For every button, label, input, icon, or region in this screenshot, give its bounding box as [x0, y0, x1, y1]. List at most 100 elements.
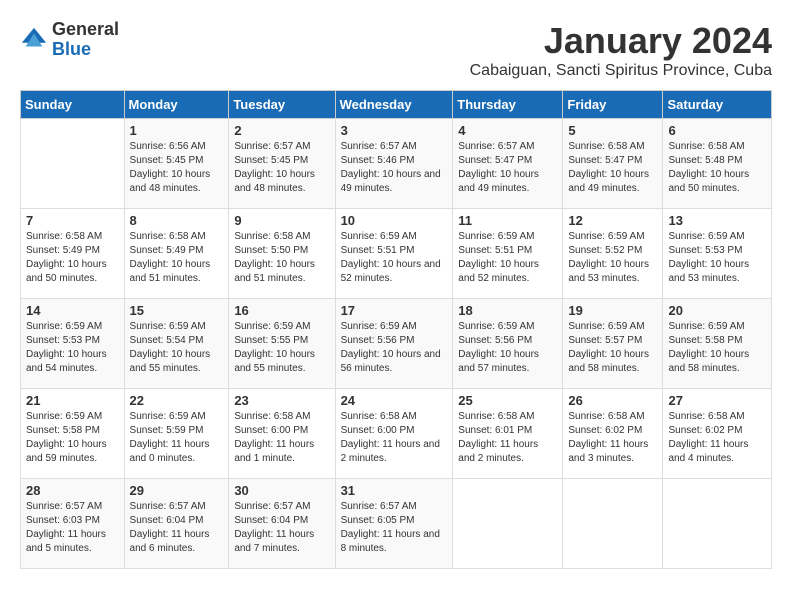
column-header-wednesday: Wednesday [335, 91, 453, 119]
title-section: January 2024 Cabaiguan, Sancti Spiritus … [470, 20, 772, 80]
header: General Blue January 2024 Cabaiguan, San… [20, 20, 772, 80]
column-header-friday: Friday [563, 91, 663, 119]
day-cell [663, 479, 772, 569]
day-info: Sunrise: 6:59 AMSunset: 5:53 PMDaylight:… [668, 230, 766, 286]
day-number: 3 [341, 123, 448, 138]
day-cell: 22 Sunrise: 6:59 AMSunset: 5:59 PMDayligh… [124, 389, 229, 479]
column-header-sunday: Sunday [21, 91, 125, 119]
day-number: 19 [568, 303, 657, 318]
day-cell: 16 Sunrise: 6:59 AMSunset: 5:55 PMDayligh… [229, 299, 335, 389]
day-cell: 21Sunrise: 6:59 AMSunset: 5:58 PMDayligh… [21, 389, 125, 479]
day-cell: 1Sunrise: 6:56 AMSunset: 5:45 PMDaylight… [124, 119, 229, 209]
day-cell [563, 479, 663, 569]
day-info: Sunrise: 6:58 AMSunset: 5:47 PMDaylight:… [568, 140, 657, 196]
week-row-1: 1Sunrise: 6:56 AMSunset: 5:45 PMDaylight… [21, 119, 772, 209]
day-number: 16 [234, 303, 329, 318]
day-info: Sunrise: 6:58 AMSunset: 5:50 PMDaylight:… [234, 230, 329, 286]
day-cell: 24 Sunrise: 6:58 AMSunset: 6:00 PMDayligh… [335, 389, 453, 479]
day-cell: 31 Sunrise: 6:57 AMSunset: 6:05 PMDayligh… [335, 479, 453, 569]
day-info: Sunrise: 6:59 AMSunset: 5:58 PMDaylight:… [668, 320, 766, 376]
day-number: 12 [568, 213, 657, 228]
day-number: 27 [668, 393, 766, 408]
week-row-2: 7 Sunrise: 6:58 AMSunset: 5:49 PMDaylight… [21, 209, 772, 299]
week-row-4: 21Sunrise: 6:59 AMSunset: 5:58 PMDayligh… [21, 389, 772, 479]
day-info: Sunrise: 6:58 AMSunset: 5:49 PMDaylight:… [130, 230, 224, 286]
day-info: Sunrise: 6:58 AMSunset: 6:02 PMDaylight:… [668, 410, 766, 466]
logo-text: General Blue [52, 20, 119, 60]
day-cell: 18 Sunrise: 6:59 AMSunset: 5:56 PMDayligh… [453, 299, 563, 389]
day-info: Sunrise: 6:59 AMSunset: 5:55 PMDaylight:… [234, 320, 329, 376]
day-cell: 2Sunrise: 6:57 AMSunset: 5:45 PMDaylight… [229, 119, 335, 209]
day-cell: 27 Sunrise: 6:58 AMSunset: 6:02 PMDayligh… [663, 389, 772, 479]
day-cell: 9Sunrise: 6:58 AMSunset: 5:50 PMDaylight… [229, 209, 335, 299]
day-info: Sunrise: 6:59 AMSunset: 5:57 PMDaylight:… [568, 320, 657, 376]
day-cell [21, 119, 125, 209]
day-cell: 10 Sunrise: 6:59 AMSunset: 5:51 PMDayligh… [335, 209, 453, 299]
day-cell: 29Sunrise: 6:57 AMSunset: 6:04 PMDayligh… [124, 479, 229, 569]
day-number: 17 [341, 303, 448, 318]
day-number: 11 [458, 213, 557, 228]
day-cell: 17 Sunrise: 6:59 AMSunset: 5:56 PMDayligh… [335, 299, 453, 389]
day-cell: 20Sunrise: 6:59 AMSunset: 5:58 PMDayligh… [663, 299, 772, 389]
column-header-tuesday: Tuesday [229, 91, 335, 119]
day-info: Sunrise: 6:56 AMSunset: 5:45 PMDaylight:… [130, 140, 224, 196]
calendar-table: SundayMondayTuesdayWednesdayThursdayFrid… [20, 90, 772, 569]
day-info: Sunrise: 6:58 AMSunset: 5:48 PMDaylight:… [668, 140, 766, 196]
day-info: Sunrise: 6:58 AMSunset: 6:02 PMDaylight:… [568, 410, 657, 466]
day-info: Sunrise: 6:59 AMSunset: 5:51 PMDaylight:… [458, 230, 557, 286]
day-info: Sunrise: 6:59 AMSunset: 5:53 PMDaylight:… [26, 320, 119, 376]
day-info: Sunrise: 6:57 AMSunset: 5:45 PMDaylight:… [234, 140, 329, 196]
day-info: Sunrise: 6:58 AMSunset: 5:49 PMDaylight:… [26, 230, 119, 286]
day-number: 21 [26, 393, 119, 408]
day-info: Sunrise: 6:59 AMSunset: 5:56 PMDaylight:… [458, 320, 557, 376]
day-number: 13 [668, 213, 766, 228]
day-number: 15 [130, 303, 224, 318]
day-number: 25 [458, 393, 557, 408]
day-number: 31 [341, 483, 448, 498]
day-number: 30 [234, 483, 329, 498]
day-cell: 23Sunrise: 6:58 AMSunset: 6:00 PMDayligh… [229, 389, 335, 479]
day-number: 14 [26, 303, 119, 318]
day-cell: 12 Sunrise: 6:59 AMSunset: 5:52 PMDayligh… [563, 209, 663, 299]
day-info: Sunrise: 6:59 AMSunset: 5:59 PMDaylight:… [130, 410, 224, 466]
day-number: 22 [130, 393, 224, 408]
day-number: 18 [458, 303, 557, 318]
day-info: Sunrise: 6:59 AMSunset: 5:51 PMDaylight:… [341, 230, 448, 286]
column-header-thursday: Thursday [453, 91, 563, 119]
day-info: Sunrise: 6:57 AMSunset: 6:03 PMDaylight:… [26, 500, 119, 556]
day-number: 28 [26, 483, 119, 498]
calendar-title: January 2024 [470, 20, 772, 62]
logo-blue: Blue [52, 39, 91, 59]
day-info: Sunrise: 6:57 AMSunset: 6:05 PMDaylight:… [341, 500, 448, 556]
day-number: 26 [568, 393, 657, 408]
day-info: Sunrise: 6:59 AMSunset: 5:54 PMDaylight:… [130, 320, 224, 376]
day-info: Sunrise: 6:57 AMSunset: 5:46 PMDaylight:… [341, 140, 448, 196]
day-cell: 11 Sunrise: 6:59 AMSunset: 5:51 PMDayligh… [453, 209, 563, 299]
logo-general: General [52, 19, 119, 39]
day-cell: 4Sunrise: 6:57 AMSunset: 5:47 PMDaylight… [453, 119, 563, 209]
day-cell: 13 Sunrise: 6:59 AMSunset: 5:53 PMDayligh… [663, 209, 772, 299]
column-header-saturday: Saturday [663, 91, 772, 119]
day-cell: 6 Sunrise: 6:58 AMSunset: 5:48 PMDaylight… [663, 119, 772, 209]
day-number: 6 [668, 123, 766, 138]
day-info: Sunrise: 6:58 AMSunset: 6:00 PMDaylight:… [341, 410, 448, 466]
day-number: 23 [234, 393, 329, 408]
day-number: 24 [341, 393, 448, 408]
day-cell: 14 Sunrise: 6:59 AMSunset: 5:53 PMDayligh… [21, 299, 125, 389]
day-info: Sunrise: 6:58 AMSunset: 6:01 PMDaylight:… [458, 410, 557, 466]
week-row-3: 14 Sunrise: 6:59 AMSunset: 5:53 PMDayligh… [21, 299, 772, 389]
day-info: Sunrise: 6:59 AMSunset: 5:52 PMDaylight:… [568, 230, 657, 286]
day-cell: 7 Sunrise: 6:58 AMSunset: 5:49 PMDaylight… [21, 209, 125, 299]
day-cell: 19 Sunrise: 6:59 AMSunset: 5:57 PMDayligh… [563, 299, 663, 389]
day-number: 10 [341, 213, 448, 228]
day-cell: 8Sunrise: 6:58 AMSunset: 5:49 PMDaylight… [124, 209, 229, 299]
logo-icon [20, 26, 48, 54]
day-cell: 26 Sunrise: 6:58 AMSunset: 6:02 PMDayligh… [563, 389, 663, 479]
day-cell: 28 Sunrise: 6:57 AMSunset: 6:03 PMDayligh… [21, 479, 125, 569]
day-cell: 30Sunrise: 6:57 AMSunset: 6:04 PMDayligh… [229, 479, 335, 569]
day-number: 7 [26, 213, 119, 228]
day-info: Sunrise: 6:57 AMSunset: 5:47 PMDaylight:… [458, 140, 557, 196]
day-cell: 15 Sunrise: 6:59 AMSunset: 5:54 PMDayligh… [124, 299, 229, 389]
calendar-subtitle: Cabaiguan, Sancti Spiritus Province, Cub… [470, 62, 772, 80]
day-info: Sunrise: 6:59 AMSunset: 5:56 PMDaylight:… [341, 320, 448, 376]
